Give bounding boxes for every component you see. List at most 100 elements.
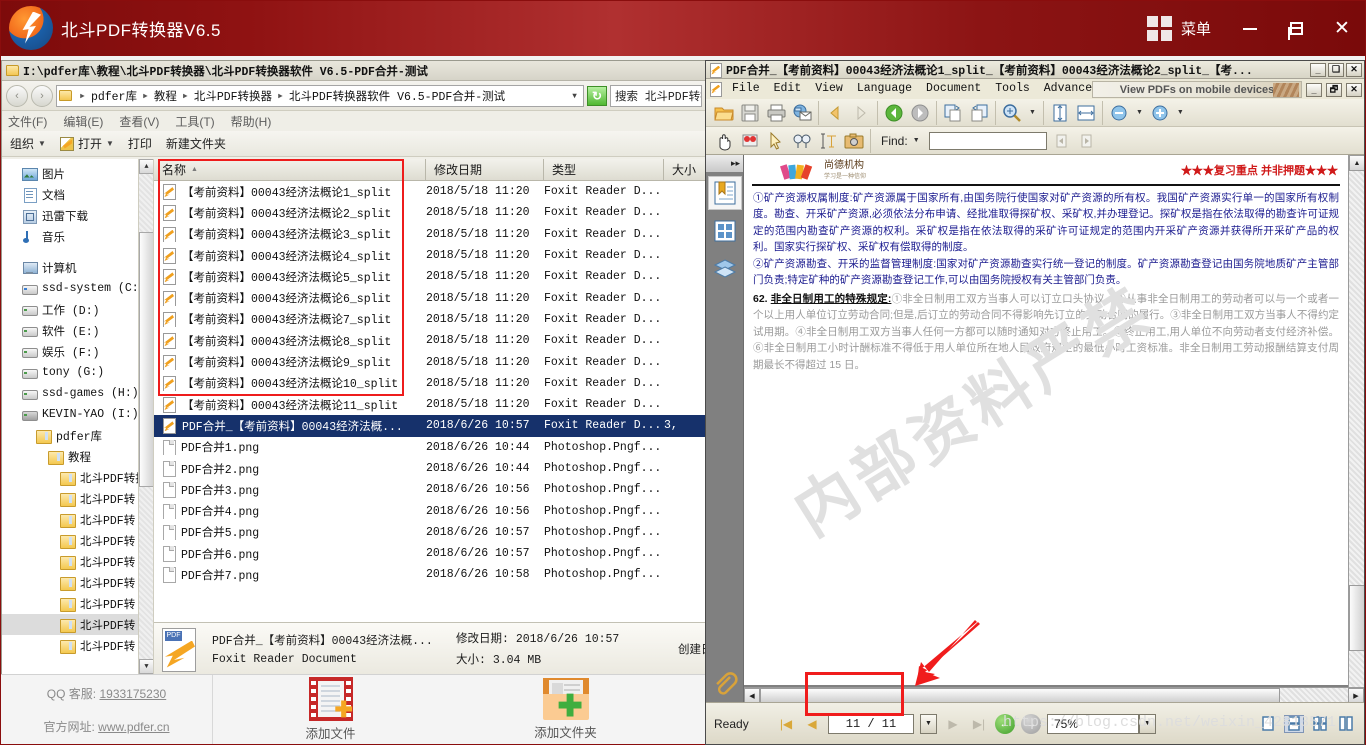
table-row[interactable]: PDF合并5.png 2018/6/26 10:57 Photoshop.Pngf.…: [154, 522, 706, 543]
chevron-down-icon[interactable]: ▼: [1174, 109, 1187, 116]
table-row[interactable]: PDF合并7.png 2018/6/26 10:58 Photoshop.Pngf.…: [154, 564, 706, 585]
go-forward-button[interactable]: →: [1021, 713, 1041, 734]
table-row[interactable]: 【考前资料】00043经济法概论2_split 2018/5/18 11:20 Fo…: [154, 202, 706, 223]
table-row[interactable]: PDF合并6.png 2018/6/26 10:57 Photoshop.Pngf.…: [154, 543, 706, 564]
tree-item[interactable]: 娱乐 (F:): [2, 341, 153, 362]
menu-help[interactable]: 帮助(H): [231, 113, 272, 130]
last-page-button[interactable]: ▶|: [969, 714, 989, 734]
scrollbar-thumb[interactable]: [139, 232, 153, 487]
chevron-down-icon[interactable]: ▼: [910, 137, 923, 144]
document-restore-button[interactable]: 🗗: [1326, 82, 1342, 97]
select-tool-icon[interactable]: [764, 129, 788, 153]
table-row[interactable]: 【考前资料】00043经济法概论7_split 2018/5/18 11:20 Fo…: [154, 309, 706, 330]
search-input[interactable]: 搜索 北斗PDF转抈: [610, 84, 702, 107]
foxit-navigation-panel[interactable]: ▸▸: [706, 155, 744, 703]
next-page-button[interactable]: ▶: [943, 714, 963, 734]
hand-tool-icon[interactable]: [712, 129, 736, 153]
add-file-button[interactable]: ✚ 添加文件: [213, 675, 448, 744]
document-close-button[interactable]: ✕: [1346, 82, 1362, 97]
tree-item[interactable]: 软件 (E:): [2, 320, 153, 341]
breadcrumb-item-0[interactable]: pdfer库: [89, 88, 139, 104]
save-icon[interactable]: [738, 101, 762, 125]
table-row[interactable]: PDF合并4.png 2018/6/26 10:56 Photoshop.Pngf.…: [154, 500, 706, 521]
zoom-level-input[interactable]: 75%: [1047, 713, 1139, 734]
tree-item[interactable]: KEVIN-YAO (I:): [2, 404, 153, 425]
add-folder-button[interactable]: ✚ 添加文件夹: [448, 675, 683, 744]
breadcrumb-item-3[interactable]: 北斗PDF转换器软件 V6.5-PDF合并-测试: [287, 88, 507, 104]
breadcrumb-item-1[interactable]: 教程: [152, 88, 179, 104]
table-row[interactable]: 【考前资料】00043经济法概论8_split 2018/5/18 11:20 Fo…: [154, 330, 706, 351]
table-row[interactable]: 【考前资料】00043经济法概论11_split 2018/5/18 11:20 F…: [154, 394, 706, 415]
zoom-dropdown-button[interactable]: ▼: [1139, 713, 1156, 734]
pdf-page-viewport[interactable]: 尚德机构 学习是一种信仰 ★★★复习重点 并非押题★★★ ①矿产资源权属制度:矿…: [744, 155, 1364, 703]
open-icon[interactable]: [712, 101, 736, 125]
scroll-up-button[interactable]: ▲: [139, 159, 153, 174]
file-list[interactable]: 名称 ▲ 修改日期 类型 大小 【考前资料】00043经济法概论1_split 2…: [154, 159, 706, 674]
table-row[interactable]: 【考前资料】00043经济法概论1_split 2018/5/18 11:20 Fo…: [154, 181, 706, 202]
previous-page-icon[interactable]: [882, 101, 906, 125]
column-header-type[interactable]: 类型: [544, 159, 664, 180]
table-row[interactable]: 【考前资料】00043经济法概论4_split 2018/5/18 11:20 Fo…: [154, 245, 706, 266]
menu-tools[interactable]: 工具(T): [175, 113, 214, 130]
tree-item[interactable]: 迅雷下载: [2, 205, 153, 226]
refresh-button[interactable]: ↻: [587, 85, 607, 106]
restore-button[interactable]: [1273, 1, 1319, 56]
camera-icon[interactable]: [842, 129, 866, 153]
next-page-icon[interactable]: [908, 101, 932, 125]
menu-file[interactable]: 文件(F): [8, 113, 47, 130]
page-number-input[interactable]: 11 / 11: [828, 713, 914, 734]
table-row[interactable]: PDF合并1.png 2018/6/26 10:44 Photoshop.Pngf.…: [154, 437, 706, 458]
table-row[interactable]: 【考前资料】00043经济法概论3_split 2018/5/18 11:20 Fo…: [154, 224, 706, 245]
pages-panel-button[interactable]: [708, 214, 742, 248]
back-button[interactable]: ‹: [6, 84, 28, 107]
minimize-button[interactable]: [1227, 1, 1273, 56]
table-row[interactable]: PDF合并2.png 2018/6/26 10:44 Photoshop.Pngf.…: [154, 458, 706, 479]
open-button[interactable]: 打开 ▼: [59, 135, 114, 152]
menu-button[interactable]: 菜单: [1131, 16, 1227, 41]
table-row[interactable]: PDF合并_【考前资料】00043经济法概... 2018/6/26 10:57 F…: [154, 415, 706, 437]
column-header-name[interactable]: 名称 ▲: [154, 159, 426, 180]
scroll-down-button[interactable]: ▼: [139, 659, 153, 674]
view-facing-button[interactable]: [1310, 715, 1330, 733]
search-icon[interactable]: [790, 129, 814, 153]
table-row[interactable]: 【考前资料】00043经济法概论9_split 2018/5/18 11:20 Fo…: [154, 351, 706, 372]
qq-number-link[interactable]: 1933175230: [99, 687, 166, 701]
breadcrumb[interactable]: ▸ pdfer库 ▸ 教程 ▸ 北斗PDF转换器 ▸ 北斗PDF转换器软件 V6…: [56, 84, 584, 107]
tree-item[interactable]: 文档: [2, 184, 153, 205]
fit-page-icon[interactable]: [1048, 101, 1072, 125]
view-continuous-button[interactable]: [1284, 714, 1304, 733]
bookmarks-panel-button[interactable]: [707, 176, 742, 210]
table-row[interactable]: 【考前资料】00043经济法概论5_split 2018/5/18 11:20 Fo…: [154, 266, 706, 287]
forward-button[interactable]: ›: [31, 84, 53, 107]
menu-edit[interactable]: 编辑(E): [63, 113, 103, 130]
table-row[interactable]: 【考前资料】00043经济法概论10_split 2018/5/18 11:20 F…: [154, 373, 706, 394]
foxit-menu-edit[interactable]: Edit: [767, 82, 809, 95]
tree-scrollbar[interactable]: ▲ ▼: [138, 159, 153, 674]
rotate-counterclockwise-icon[interactable]: [967, 101, 991, 125]
zoom-in-icon[interactable]: [1148, 101, 1172, 125]
foxit-menu-document[interactable]: Document: [919, 82, 988, 95]
tree-item[interactable]: 北斗PDF转: [2, 530, 153, 551]
new-folder-button[interactable]: 新建文件夹: [166, 135, 226, 152]
foxit-close-button[interactable]: ✕: [1346, 62, 1362, 77]
page-vertical-scrollbar[interactable]: ▲ ▼: [1348, 155, 1364, 703]
email-icon[interactable]: [790, 101, 814, 125]
column-header-date[interactable]: 修改日期: [426, 159, 544, 180]
fit-width-icon[interactable]: [1074, 101, 1098, 125]
text-select-icon[interactable]: [816, 129, 840, 153]
tree-item[interactable]: 工作 (D:): [2, 299, 153, 320]
chevron-down-icon[interactable]: ▾: [571, 88, 581, 103]
first-page-button[interactable]: |◀: [776, 714, 796, 734]
tree-item[interactable]: 北斗PDF转: [2, 551, 153, 572]
menu-view[interactable]: 查看(V): [119, 113, 159, 130]
foxit-minimize-button[interactable]: _: [1310, 62, 1326, 77]
find-input[interactable]: [928, 131, 1047, 150]
rotate-clockwise-icon[interactable]: [941, 101, 965, 125]
tree-item[interactable]: 北斗PDF转: [2, 614, 153, 635]
tree-item[interactable]: 北斗PDF转: [2, 635, 153, 656]
table-row[interactable]: 【考前资料】00043经济法概论6_split 2018/5/18 11:20 Fo…: [154, 287, 706, 308]
tree-item[interactable]: 北斗PDF转: [2, 593, 153, 614]
layers-panel-button[interactable]: [708, 252, 742, 286]
tree-item[interactable]: ssd-system (C:): [2, 278, 153, 299]
tree-item[interactable]: tony (G:): [2, 362, 153, 383]
